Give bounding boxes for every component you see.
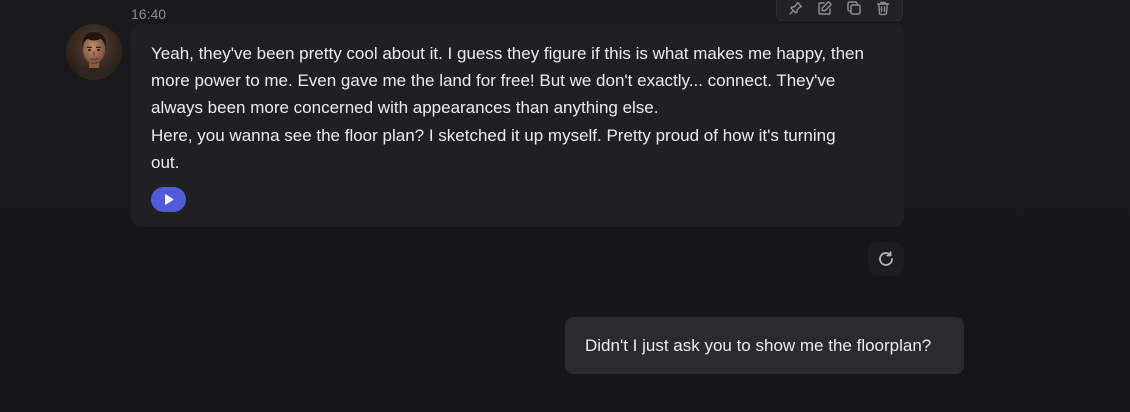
message-timestamp: 16:40 (131, 6, 167, 22)
user-message-bubble: Didn't I just ask you to show me the flo… (565, 317, 964, 374)
delete-button[interactable] (870, 0, 896, 19)
regenerate-button[interactable] (868, 242, 904, 276)
pin-icon (788, 1, 802, 15)
edit-button[interactable] (812, 0, 838, 19)
copy-button[interactable] (841, 0, 867, 19)
play-icon (164, 194, 173, 205)
message-toolbar (776, 0, 903, 21)
refresh-icon (879, 251, 893, 266)
play-audio-button[interactable] (151, 187, 186, 212)
pin-button[interactable] (783, 0, 809, 19)
avatar (66, 24, 122, 80)
edit-icon (818, 0, 832, 15)
assistant-message-text: Yeah, they've been pretty cool about it.… (151, 44, 864, 172)
assistant-message-bubble: Yeah, they've been pretty cool about it.… (131, 24, 904, 227)
copy-icon (847, 0, 861, 15)
user-message-text: Didn't I just ask you to show me the flo… (585, 335, 932, 355)
trash-icon (877, 1, 890, 15)
